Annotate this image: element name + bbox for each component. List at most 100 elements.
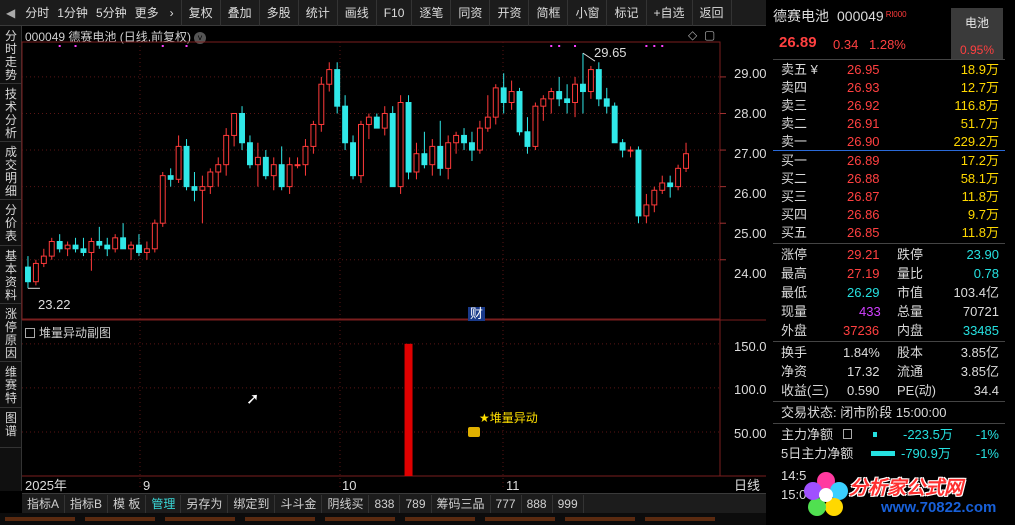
- candle-down: [247, 142, 253, 166]
- btab-doudoujin[interactable]: 斗斗金: [275, 494, 323, 513]
- flow-pct: -1%: [975, 446, 999, 461]
- high-label: 29.65: [594, 45, 627, 60]
- value: 1.84%: [843, 345, 880, 360]
- ask-volume: 51.7万: [960, 116, 999, 131]
- bid-row[interactable]: 买四 26.86 9.7万: [781, 205, 999, 224]
- label: 流通: [897, 364, 924, 379]
- candle-up: [128, 244, 134, 250]
- cai-label[interactable]: 财: [468, 307, 486, 321]
- label: 现量: [781, 304, 808, 319]
- candle-down: [524, 131, 531, 147]
- event-dot: [74, 45, 77, 47]
- bid-row[interactable]: 买二 26.88 58.1万: [781, 169, 999, 188]
- value: 34.4: [973, 383, 999, 398]
- bid-price: 26.88: [847, 171, 880, 186]
- divider: [773, 423, 1005, 424]
- kline-chart[interactable]: [0, 0, 766, 493]
- bid-row[interactable]: 买五 26.85 11.8万: [781, 223, 999, 242]
- btab-bangding[interactable]: 绑定到: [228, 494, 276, 513]
- candle-down: [516, 91, 523, 133]
- btab-838[interactable]: 838: [369, 494, 401, 513]
- label: 最低: [781, 285, 808, 300]
- price-tick: 29.00: [734, 66, 767, 81]
- candle-up: [358, 123, 364, 177]
- candle-up: [651, 189, 658, 206]
- bid-row[interactable]: 买三 26.87 11.8万: [781, 187, 999, 206]
- btab-lingcunwei[interactable]: 另存为: [181, 494, 229, 513]
- sector-pct: 0.95%: [959, 43, 995, 57]
- label: 内盘: [897, 323, 924, 338]
- logo-url: www.70822.com: [881, 499, 997, 516]
- candle-down: [595, 69, 602, 100]
- bid-price: 26.87: [847, 189, 880, 204]
- ask-row[interactable]: 卖四 26.93 12.7万: [781, 78, 999, 97]
- label: 涨停: [781, 247, 808, 262]
- ask-row[interactable]: 卖一 26.90 229.2万: [781, 132, 999, 151]
- btab-777[interactable]: 777: [491, 494, 522, 513]
- ask-row[interactable]: 卖五 ¥ 26.95 18.9万: [781, 60, 999, 79]
- mouse-cursor-icon: ➚: [246, 391, 260, 408]
- btab-guanli[interactable]: 管理: [146, 494, 182, 513]
- label: 量比: [897, 266, 924, 281]
- flow-detail-icon[interactable]: [843, 429, 852, 439]
- label: 外盘: [781, 323, 808, 338]
- label: 跌停: [897, 247, 924, 262]
- candle-up: [112, 237, 119, 250]
- value: 0.590: [847, 383, 880, 398]
- price-change: 0.34: [833, 37, 859, 52]
- sub-chart-toggle-icon[interactable]: [25, 328, 35, 338]
- candle-up: [397, 102, 404, 188]
- btab-moban[interactable]: 模 板: [108, 494, 147, 513]
- btab-789[interactable]: 789: [400, 494, 432, 513]
- candle-up: [476, 127, 483, 151]
- btab-yinxianmai[interactable]: 阴线买: [322, 494, 370, 513]
- value: 17.32: [847, 364, 880, 379]
- candle-down: [342, 105, 349, 144]
- ask-level-label: 卖二: [781, 116, 808, 131]
- ask-price: 26.95: [847, 62, 880, 77]
- value: 27.19: [847, 266, 880, 281]
- ask-price: 26.92: [847, 98, 880, 113]
- ask-row[interactable]: 卖三 26.92 116.8万: [781, 96, 999, 115]
- candle-down: [619, 142, 626, 151]
- label: 收益(三): [781, 383, 829, 398]
- bid-volume: 17.2万: [960, 153, 999, 168]
- sub-annotation: ★堆量异动: [479, 411, 538, 425]
- ask-row[interactable]: 卖二 26.91 51.7万: [781, 114, 999, 133]
- candle-up: [64, 244, 71, 250]
- candle-up: [659, 182, 666, 191]
- flow-bar: [873, 432, 877, 437]
- btab-888[interactable]: 888: [522, 494, 553, 513]
- candle-down: [469, 142, 475, 151]
- candle-up: [318, 83, 325, 125]
- sector-box[interactable]: 电池 0.95%: [951, 8, 1003, 60]
- bid-volume: 11.8万: [961, 225, 999, 240]
- ask-volume: 12.7万: [960, 80, 999, 95]
- flower-logo-icon: [804, 472, 848, 516]
- btab-chouma[interactable]: 筹码三品: [432, 494, 491, 513]
- event-dot: [58, 45, 61, 47]
- ask-volume: 116.8万: [954, 98, 999, 113]
- value: 29.21: [847, 247, 880, 262]
- candle-up: [683, 153, 689, 169]
- btab-zhibiao-b[interactable]: 指标B: [65, 494, 109, 513]
- candle-up: [484, 116, 491, 129]
- quote-panel: 德赛电池 000049 Rl000 电池 0.95% 26.89 0.34 1.28…: [773, 0, 1015, 525]
- candle-down: [80, 248, 87, 253]
- btab-999[interactable]: 999: [553, 494, 584, 513]
- candle-up: [532, 105, 539, 147]
- candle-down: [373, 116, 380, 129]
- candle-up: [453, 134, 460, 144]
- candle-up: [270, 164, 277, 177]
- candle-up: [32, 262, 39, 283]
- sub-tick: 100.0: [734, 382, 767, 397]
- label: 总量: [897, 304, 924, 319]
- btab-zhibiao-a[interactable]: 指标A: [22, 494, 66, 513]
- candle-up: [365, 116, 372, 125]
- bottom-scroll-strip[interactable]: [0, 513, 766, 525]
- bid-level-label: 买四: [781, 207, 808, 222]
- stock-code: 000049: [837, 8, 884, 24]
- candle-down: [191, 186, 198, 191]
- bid-volume: 9.7万: [967, 207, 999, 222]
- bid-row[interactable]: 买一 26.89 17.2万: [781, 151, 999, 170]
